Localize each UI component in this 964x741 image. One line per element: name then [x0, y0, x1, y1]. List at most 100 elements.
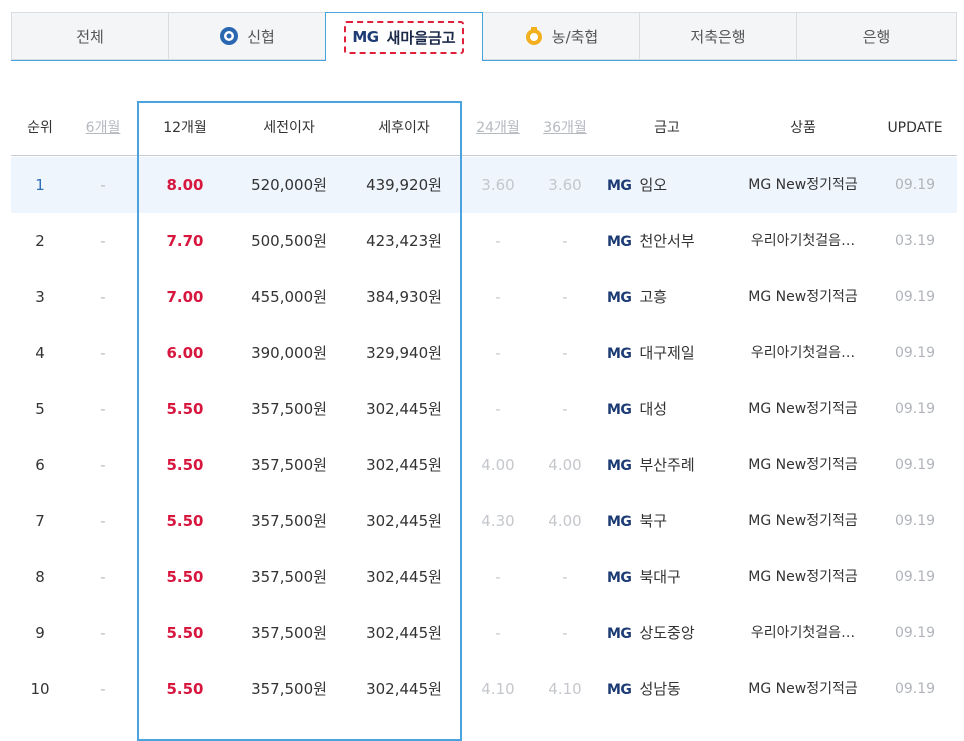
nonghyup-logo-icon — [524, 26, 544, 46]
pre-tax-interest-cell: 357,500원 — [251, 568, 327, 586]
product-name-cell[interactable]: MG New정기적금 — [733, 437, 873, 493]
rate-6m-cell: - — [100, 568, 106, 586]
rate-12m-cell: 6.00 — [166, 344, 204, 362]
bank-name: 북구 — [639, 512, 668, 530]
rate-24m-cell: - — [495, 568, 501, 586]
rate-24m-cell: 4.00 — [481, 456, 515, 474]
header-12-months[interactable]: 12개월 — [137, 100, 233, 156]
header-bank: 금고 — [654, 120, 680, 136]
rate-36m-cell: - — [562, 400, 568, 418]
rate-36m-cell: 4.00 — [548, 512, 582, 530]
mg-logo-icon: MG — [607, 346, 632, 362]
shinhyup-logo-icon — [219, 26, 239, 46]
mg-logo-icon: MG — [607, 682, 632, 698]
update-date-cell: 09.19 — [894, 513, 936, 529]
update-date-cell: 09.19 — [894, 569, 936, 585]
bank-cell[interactable]: MG 천안서부 — [607, 213, 727, 269]
product-name-cell[interactable]: MG New정기적금 — [733, 661, 873, 717]
product-name-cell[interactable]: MG New정기적금 — [733, 157, 873, 213]
post-tax-interest-cell: 329,940원 — [366, 344, 442, 362]
rank-cell: 10 — [30, 680, 50, 698]
rate-24m-cell: - — [495, 624, 501, 642]
rate-12m-cell: 7.70 — [166, 232, 204, 250]
rate-24m-cell: - — [495, 288, 501, 306]
rate-12m-cell: 7.00 — [166, 288, 204, 306]
bank-cell[interactable]: MG 임오 — [607, 157, 727, 213]
product-name-cell[interactable]: MG New정기적금 — [733, 493, 873, 549]
tab-savings-bank[interactable]: 저축은행 — [639, 12, 797, 60]
header-6-months[interactable]: 6개월 — [69, 100, 137, 156]
product-name-cell[interactable]: 우리아기첫걸음… — [733, 605, 873, 661]
product-name-cell[interactable]: 우리아기첫걸음… — [733, 325, 873, 381]
rate-12m-cell: 8.00 — [166, 176, 204, 194]
tab-shinhyup[interactable]: 신협 — [168, 12, 326, 60]
table-row[interactable]: 5 - 5.50 357,500원 302,445원 - - MG 대성 MG New정기적금 09… — [11, 381, 957, 437]
mg-logo-icon: MG — [607, 178, 632, 194]
rate-6m-cell: - — [100, 344, 106, 362]
product-name-cell[interactable]: MG New정기적금 — [733, 549, 873, 605]
tab-label: 새마을금고 — [386, 28, 456, 47]
tab-label: 은행 — [862, 27, 891, 46]
post-tax-interest-cell: 302,445원 — [366, 456, 442, 474]
tab-saemaeul[interactable]: MG 새마을금고 — [325, 12, 483, 61]
rate-36m-cell: - — [562, 344, 568, 362]
pre-tax-interest-cell: 357,500원 — [251, 624, 327, 642]
bank-cell[interactable]: MG 고흥 — [607, 269, 727, 325]
table-row[interactable]: 1 - 8.00 520,000원 439,920원 3.60 3.60 MG 임오 MG New… — [11, 157, 957, 213]
header-post-tax-interest: 세후이자 — [378, 120, 430, 136]
table-row[interactable]: 6 - 5.50 357,500원 302,445원 4.00 4.00 MG 부산주례 MG N… — [11, 437, 957, 493]
tab-label: 저축은행 — [690, 27, 746, 46]
header-36-months[interactable]: 36개월 — [533, 100, 597, 156]
pre-tax-interest-cell: 357,500원 — [251, 680, 327, 698]
product-name-cell[interactable]: MG New정기적금 — [733, 381, 873, 437]
update-date-cell: 09.19 — [894, 177, 936, 193]
table-row[interactable]: 2 - 7.70 500,500원 423,423원 - - MG 천안서부 우리아기첫걸음… 03… — [11, 213, 957, 269]
table-row[interactable]: 7 - 5.50 357,500원 302,445원 4.30 4.00 MG 북구 MG New… — [11, 493, 957, 549]
bank-cell[interactable]: MG 상도중앙 — [607, 605, 727, 661]
tab-nonghyup[interactable]: 농/축협 — [482, 12, 640, 60]
rank-cell: 7 — [35, 512, 45, 530]
header-rank: 순위 — [27, 120, 53, 136]
bank-name: 부산주례 — [639, 456, 695, 474]
tab-all[interactable]: 전체 — [11, 12, 169, 60]
table-row[interactable]: 9 - 5.50 357,500원 302,445원 - - MG 상도중앙 우리아기첫걸음… 09… — [11, 605, 957, 661]
bank-cell[interactable]: MG 북대구 — [607, 549, 727, 605]
pre-tax-interest-cell: 357,500원 — [251, 400, 327, 418]
product-name-cell[interactable]: MG New정기적금 — [733, 269, 873, 325]
bank-cell[interactable]: MG 북구 — [607, 493, 727, 549]
post-tax-interest-cell: 302,445원 — [366, 680, 442, 698]
pre-tax-interest-cell: 390,000원 — [251, 344, 327, 362]
institution-tabs: 전체 신협 MG 새마을금고 농/축협 저축은행 은행 — [11, 12, 957, 61]
product-name-cell[interactable]: 우리아기첫걸음… — [733, 213, 873, 269]
bank-cell[interactable]: MG 부산주례 — [607, 437, 727, 493]
bank-name: 성남동 — [639, 680, 681, 698]
post-tax-interest-cell: 423,423원 — [366, 232, 442, 250]
rate-36m-cell: - — [562, 568, 568, 586]
rank-cell: 1 — [35, 176, 45, 194]
rate-24m-cell: - — [495, 232, 501, 250]
rank-cell: 3 — [35, 288, 45, 306]
rank-cell: 2 — [35, 232, 45, 250]
header-pre-tax-interest: 세전이자 — [263, 120, 315, 136]
post-tax-interest-cell: 302,445원 — [366, 512, 442, 530]
bank-name: 대구제일 — [639, 344, 695, 362]
rate-36m-cell: 4.10 — [548, 680, 582, 698]
tab-bank[interactable]: 은행 — [796, 12, 957, 60]
rate-12m-cell: 5.50 — [166, 512, 204, 530]
table-row[interactable]: 3 - 7.00 455,000원 384,930원 - - MG 고흥 MG New정기적금 09… — [11, 269, 957, 325]
rank-cell: 9 — [35, 624, 45, 642]
rate-12m-cell: 5.50 — [166, 680, 204, 698]
bank-cell[interactable]: MG 성남동 — [607, 661, 727, 717]
rank-cell: 6 — [35, 456, 45, 474]
mg-logo-icon: MG — [607, 290, 632, 306]
bank-cell[interactable]: MG 대성 — [607, 381, 727, 437]
update-date-cell: 09.19 — [894, 345, 936, 361]
post-tax-interest-cell: 302,445원 — [366, 400, 442, 418]
table-row[interactable]: 10 - 5.50 357,500원 302,445원 4.10 4.10 MG 성남동 MG N… — [11, 661, 957, 717]
table-row[interactable]: 8 - 5.50 357,500원 302,445원 - - MG 북대구 MG New정기적금 0… — [11, 549, 957, 605]
rate-12m-cell: 5.50 — [166, 456, 204, 474]
bank-cell[interactable]: MG 대구제일 — [607, 325, 727, 381]
table-row[interactable]: 4 - 6.00 390,000원 329,940원 - - MG 대구제일 우리아기첫걸음… 09… — [11, 325, 957, 381]
header-24-months[interactable]: 24개월 — [463, 100, 533, 156]
update-date-cell: 09.19 — [894, 401, 936, 417]
